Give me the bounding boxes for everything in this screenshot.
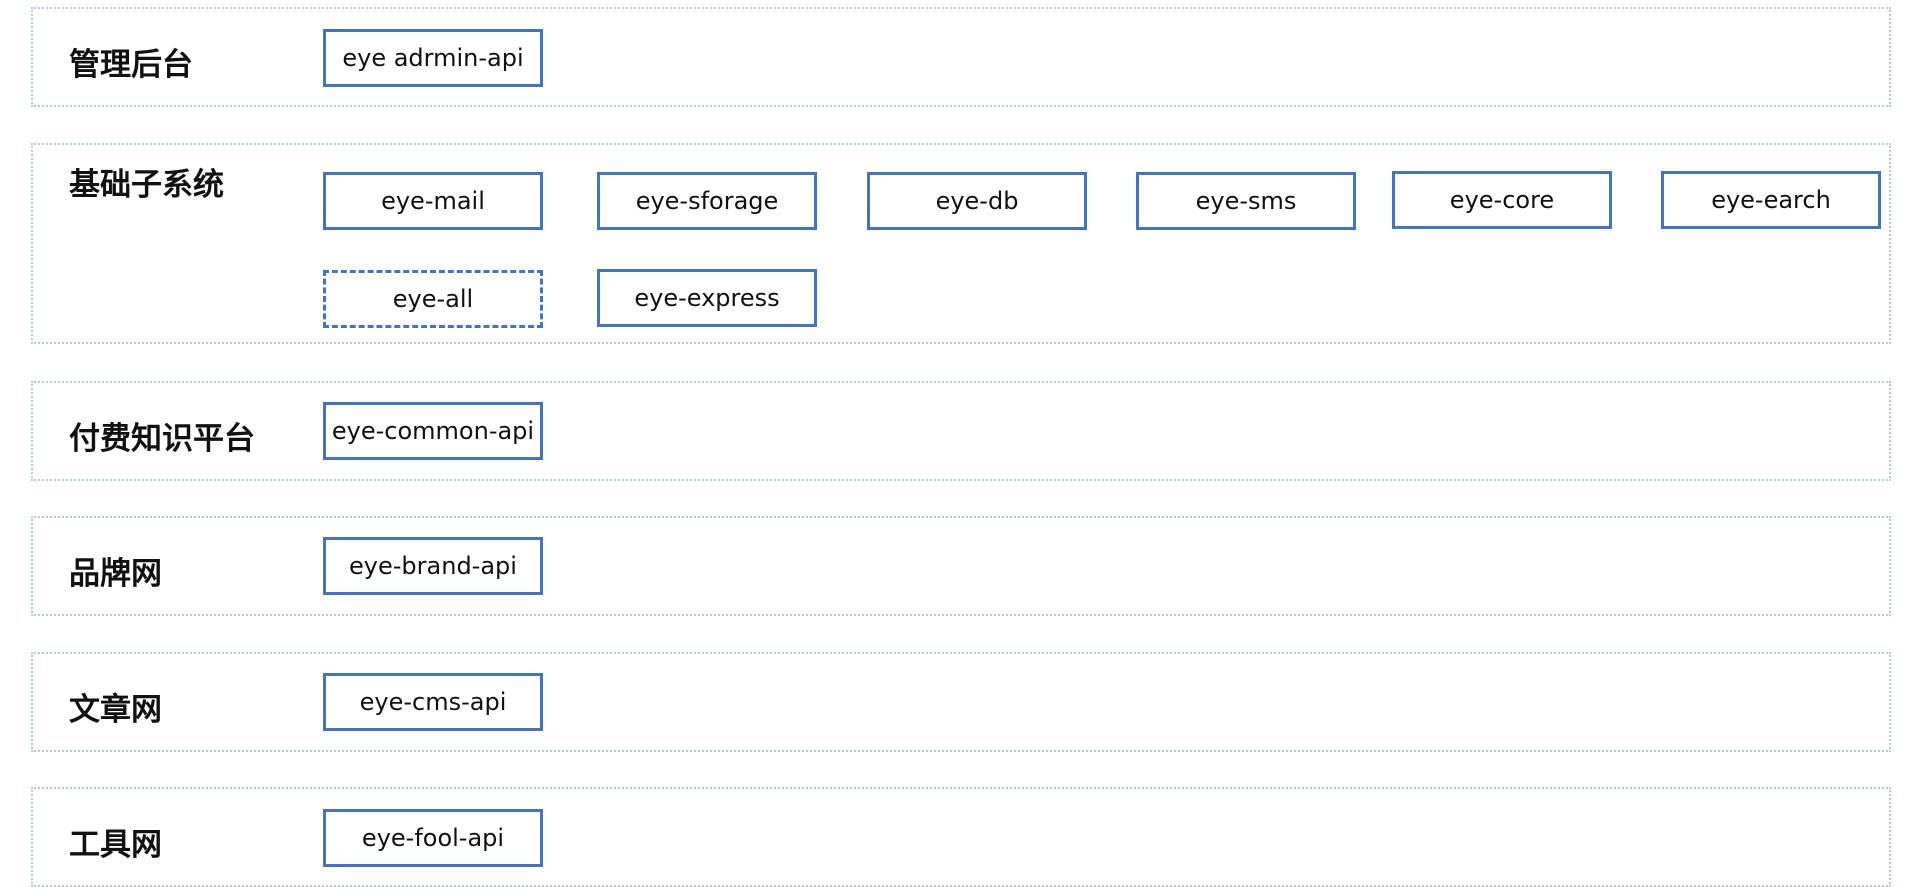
module-box[interactable]: eye-fool-api xyxy=(323,809,543,867)
section-tools: 工具网 eye-fool-api xyxy=(31,787,1891,887)
section-title: 文章网 xyxy=(69,692,162,728)
module-box-dashed[interactable]: eye-all xyxy=(323,270,543,328)
section-admin: 管理后台 eye adrmin-api xyxy=(31,7,1891,107)
section-article: 文章网 eye-cms-api xyxy=(31,652,1891,752)
module-box[interactable]: eye-common-api xyxy=(323,402,543,460)
section-title: 品牌网 xyxy=(69,556,162,592)
section-title: 付费知识平台 xyxy=(69,421,255,457)
module-box[interactable]: eye-brand-api xyxy=(323,537,543,595)
module-box[interactable]: eye adrmin-api xyxy=(323,29,543,87)
module-box[interactable]: eye-earch xyxy=(1661,171,1881,229)
section-title: 基础子系统 xyxy=(69,167,224,203)
module-box[interactable]: eye-sms xyxy=(1136,172,1356,230)
section-paid-knowledge: 付费知识平台 eye-common-api xyxy=(31,381,1891,481)
module-box[interactable]: eye-sforage xyxy=(597,172,817,230)
module-box[interactable]: eye-db xyxy=(867,172,1087,230)
module-box[interactable]: eye-core xyxy=(1392,171,1612,229)
section-base-subsystem: 基础子系统 eye-mail eye-sforage eye-db eye-sm… xyxy=(31,143,1891,344)
module-box[interactable]: eye-express xyxy=(597,269,817,327)
module-box[interactable]: eye-mail xyxy=(323,172,543,230)
section-title: 工具网 xyxy=(69,827,162,863)
module-box[interactable]: eye-cms-api xyxy=(323,673,543,731)
section-title: 管理后台 xyxy=(69,47,193,83)
section-brand: 品牌网 eye-brand-api xyxy=(31,516,1891,616)
